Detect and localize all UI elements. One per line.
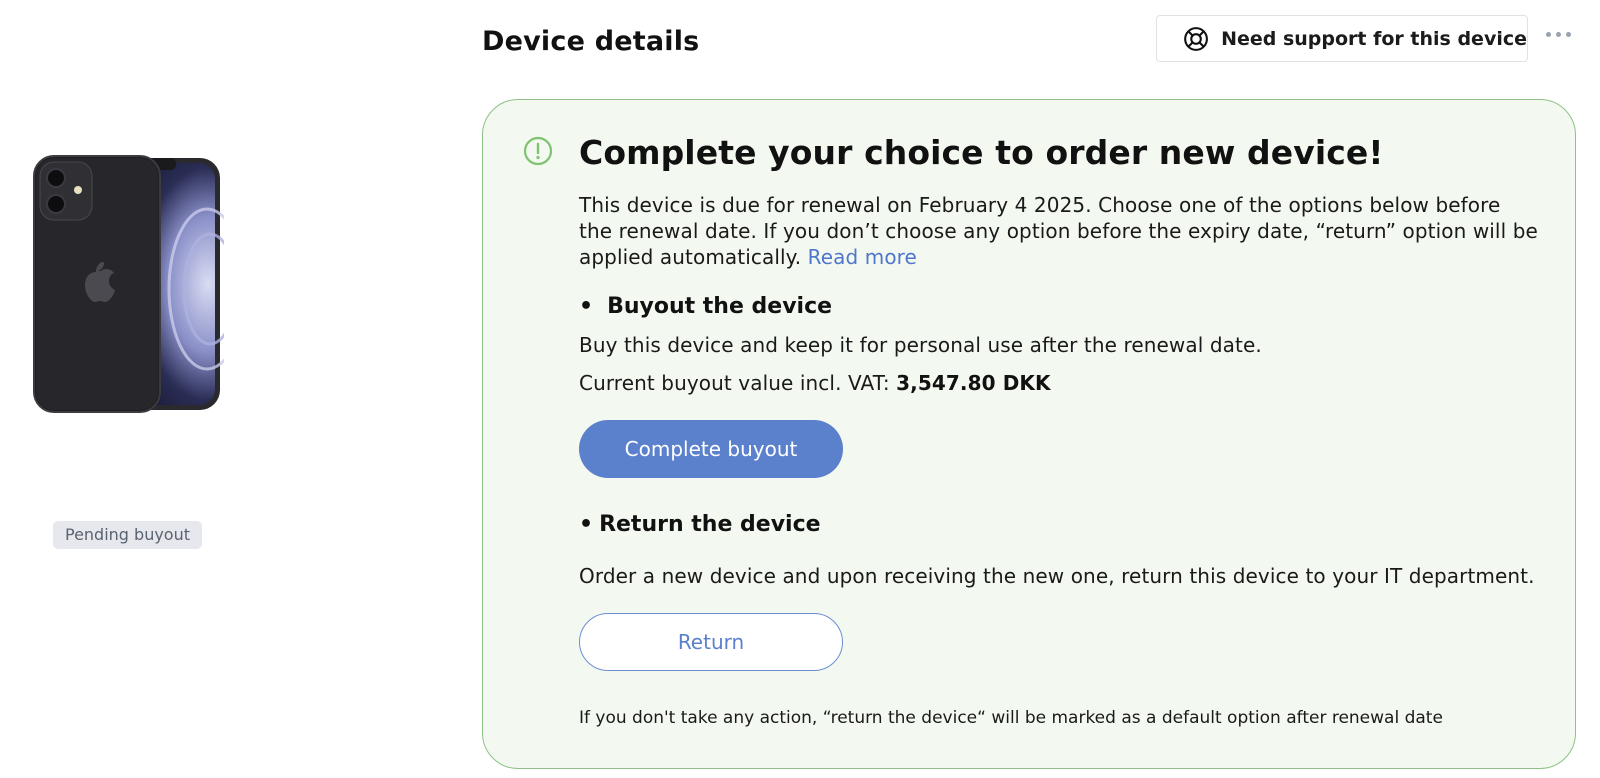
buyout-value: Current buyout value incl. VAT: 3,547.80… bbox=[579, 371, 1051, 395]
more-dot bbox=[1555, 31, 1561, 37]
exclamation-circle-icon bbox=[523, 136, 553, 166]
more-options-button[interactable] bbox=[1540, 24, 1576, 44]
buyout-heading: • Buyout the device bbox=[579, 294, 832, 319]
complete-buyout-button[interactable]: Complete buyout bbox=[579, 420, 843, 478]
lifebuoy-icon bbox=[1184, 26, 1208, 51]
device-image bbox=[32, 154, 247, 416]
buyout-heading-label: Buyout the device bbox=[607, 294, 833, 319]
bullet: • bbox=[579, 294, 594, 319]
need-support-label: Need support for this device bbox=[1221, 27, 1527, 50]
more-dot bbox=[1565, 31, 1571, 37]
more-horizontal-icon bbox=[1545, 31, 1551, 37]
bullet: • bbox=[579, 512, 594, 537]
default-option-footnote: If you don't take any action, “return th… bbox=[579, 708, 1443, 728]
return-heading: • Return the device bbox=[579, 512, 821, 537]
phone-illustration bbox=[33, 155, 247, 413]
return-heading-label: Return the device bbox=[599, 512, 821, 537]
buyout-description: Buy this device and keep it for personal… bbox=[579, 333, 1262, 357]
return-description: Order a new device and upon receiving th… bbox=[579, 564, 1535, 588]
page-title: Device details bbox=[482, 26, 700, 57]
card-title: Complete your choice to order new device… bbox=[579, 133, 1384, 172]
need-support-button[interactable]: Need support for this device bbox=[1156, 15, 1528, 62]
renewal-intro-text: This device is due for renewal on Februa… bbox=[579, 193, 1538, 269]
renewal-card: Complete your choice to order new device… bbox=[482, 99, 1576, 769]
buyout-value-amount: 3,547.80 DKK bbox=[896, 371, 1051, 395]
renewal-intro: This device is due for renewal on Februa… bbox=[579, 192, 1539, 270]
read-more-link[interactable]: Read more bbox=[808, 245, 917, 269]
return-button[interactable]: Return bbox=[579, 613, 843, 671]
status-badge: Pending buyout bbox=[53, 521, 202, 549]
buyout-value-label: Current buyout value incl. VAT: bbox=[579, 371, 890, 395]
